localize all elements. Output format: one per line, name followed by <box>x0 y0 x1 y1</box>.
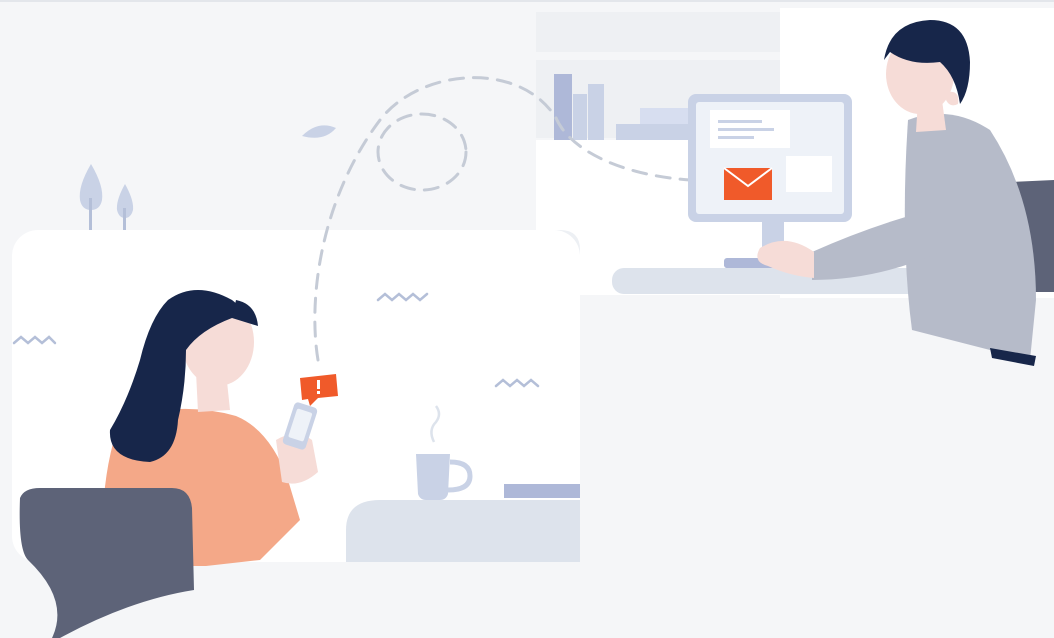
office-desk <box>612 268 932 294</box>
envelope-icon <box>723 167 773 200</box>
leaf-icon <box>302 125 336 138</box>
side-table <box>346 500 580 562</box>
messaging-illustration <box>0 0 1054 638</box>
book <box>504 484 580 498</box>
chair <box>19 488 194 638</box>
top-border <box>0 0 1054 2</box>
tree-icon <box>79 164 134 230</box>
